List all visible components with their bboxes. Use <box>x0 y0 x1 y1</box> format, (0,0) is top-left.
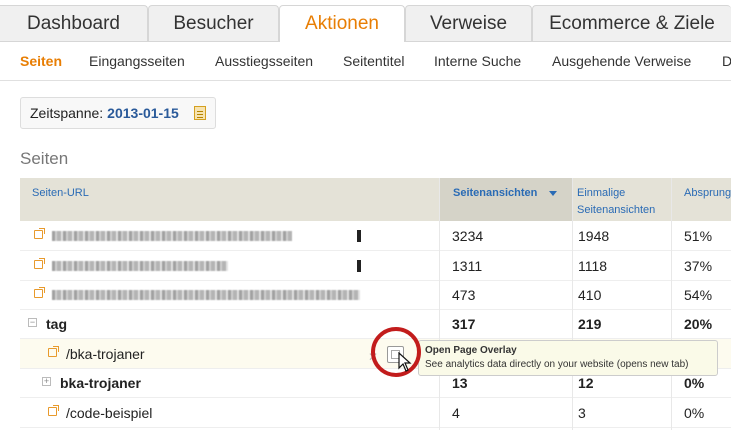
redacted-url <box>52 290 360 300</box>
subnav-interne-suche[interactable]: Interne Suche <box>434 53 521 69</box>
collapse-icon[interactable]: − <box>28 318 37 327</box>
period-date: 2013-01-15 <box>107 105 179 121</box>
header-seiten-url[interactable]: Seiten-URL <box>32 185 89 202</box>
period-label: Zeitspanne: <box>30 105 104 121</box>
column-divider <box>439 178 440 430</box>
table-row[interactable]: 3234 1948 51% <box>20 221 731 251</box>
cell-views: 4 <box>452 405 460 421</box>
cell-bounce: 0% <box>684 405 705 421</box>
cell-unique: 3 <box>578 405 586 421</box>
row-marker <box>357 230 361 242</box>
subnav-eingangsseiten[interactable]: Eingangsseiten <box>89 53 185 69</box>
cell-unique: 1948 <box>578 228 610 244</box>
main-tabs: Dashboard Besucher Aktionen Verweise Eco… <box>0 0 731 42</box>
cell-bounce: 37% <box>684 258 713 274</box>
cell-unique: 219 <box>578 316 602 332</box>
redacted-url <box>52 261 228 271</box>
header-einmalige-line2[interactable]: Seitenansichten <box>577 202 655 219</box>
tab-dashboard[interactable]: Dashboard <box>0 5 148 41</box>
sort-desc-icon[interactable] <box>549 191 557 196</box>
table-row[interactable]: 1311 1118 37% <box>20 251 731 281</box>
header-seitenansichten[interactable]: Seitenansichten <box>453 185 537 202</box>
subnav-ausgehende-verweise[interactable]: Ausgehende Verweise <box>552 53 691 69</box>
cell-label: tag <box>46 316 67 332</box>
cell-bounce: 54% <box>684 287 713 303</box>
table-row[interactable]: 473 410 54% <box>20 280 731 310</box>
header-einmalige-line1[interactable]: Einmalige <box>577 185 625 202</box>
table-header: Seiten-URL Seitenansichten Einmalige Sei… <box>20 178 731 221</box>
external-link-icon[interactable] <box>34 287 45 298</box>
pages-table: Seiten-URL Seitenansichten Einmalige Sei… <box>20 178 731 430</box>
column-divider <box>671 178 672 430</box>
external-link-icon[interactable] <box>34 228 45 239</box>
header-absprungrate[interactable]: Absprung <box>684 185 731 202</box>
cell-views: 317 <box>452 316 476 332</box>
redacted-url <box>52 231 292 241</box>
page-title: Seiten <box>20 149 69 168</box>
period-selector[interactable]: Zeitspanne: 2013-01-15 <box>20 97 216 129</box>
tab-ecommerce-ziele[interactable]: Ecommerce & Ziele <box>532 5 731 41</box>
tooltip-title: Open Page Overlay <box>425 345 517 356</box>
tab-aktionen[interactable]: Aktionen <box>279 5 405 42</box>
subnav-ausstiegsseiten[interactable]: Ausstiegsseiten <box>215 53 313 69</box>
highlight-circle <box>371 327 421 377</box>
cell-views: 13 <box>452 375 468 391</box>
external-link-icon[interactable] <box>34 258 45 269</box>
cell-views: 473 <box>452 287 476 303</box>
cell-bounce: 51% <box>684 228 713 244</box>
sub-navigation: Seiten Eingangsseiten Ausstiegsseiten Se… <box>0 42 731 81</box>
expand-icon[interactable]: + <box>42 377 51 386</box>
cell-unique: 12 <box>578 375 594 391</box>
cell-unique: 1118 <box>578 258 608 274</box>
cell-bounce: 20% <box>684 316 713 332</box>
cell-views: 3234 <box>452 228 484 244</box>
subnav-seiten[interactable]: Seiten <box>20 53 62 69</box>
row-marker <box>357 260 361 272</box>
column-divider <box>572 178 573 430</box>
calendar-icon[interactable] <box>194 106 206 120</box>
cursor-icon <box>398 352 412 372</box>
external-link-icon[interactable] <box>48 346 59 357</box>
tab-verweise[interactable]: Verweise <box>405 5 532 41</box>
cell-label: /bka-trojaner <box>66 346 145 362</box>
tooltip: Open Page Overlay See analytics data dir… <box>418 340 718 376</box>
subnav-seitentitel[interactable]: Seitentitel <box>343 53 404 69</box>
table-row[interactable]: /code-beispiel 4 3 0% <box>20 398 731 428</box>
cell-bounce: 0% <box>684 375 705 391</box>
cell-label: /code-beispiel <box>66 405 153 421</box>
table-row-group[interactable]: − tag 317 219 20% <box>20 309 731 339</box>
tooltip-text: See analytics data directly on your webs… <box>425 359 689 370</box>
subnav-more[interactable]: D <box>722 53 731 69</box>
cell-unique: 410 <box>578 287 602 303</box>
tab-besucher[interactable]: Besucher <box>148 5 279 41</box>
external-link-icon[interactable] <box>48 405 59 416</box>
cell-views: 1311 <box>452 258 483 274</box>
cell-label: bka-trojaner <box>60 375 141 391</box>
